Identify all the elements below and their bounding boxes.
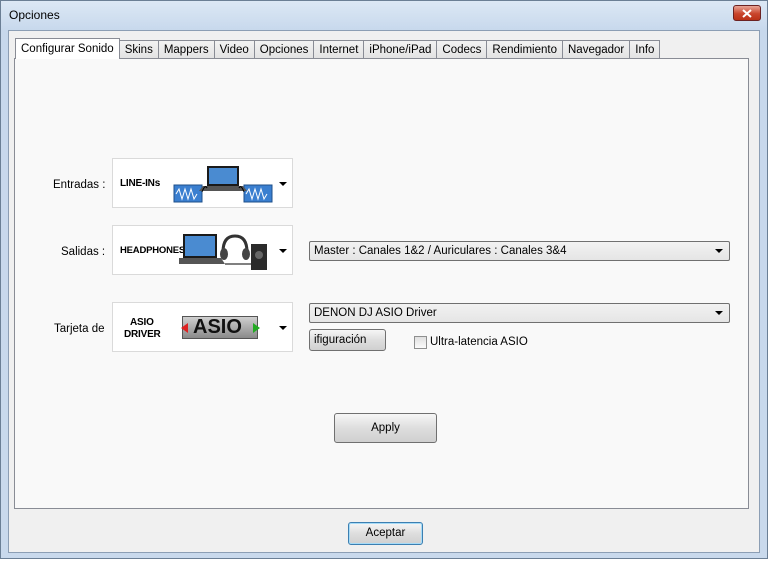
card-image-select[interactable]: ASIO DRIVER ASIO <box>112 302 293 352</box>
tab-info[interactable]: Info <box>630 40 661 58</box>
outputs-channel-combo[interactable]: Master : Canales 1&2 / Auriculares : Can… <box>309 241 730 261</box>
headphones-caption: HEADPHONES <box>120 245 186 256</box>
close-icon <box>742 9 752 18</box>
close-button[interactable] <box>733 5 761 21</box>
title-bar[interactable]: Opciones <box>1 1 767 29</box>
asio-driver-combo[interactable]: DENON DJ ASIO Driver <box>309 303 730 323</box>
chevron-down-icon <box>279 249 287 253</box>
ultra-latency-label: Ultra-latencia ASIO <box>430 336 528 348</box>
asio-caption-line2: DRIVER <box>124 329 161 340</box>
sound-settings-panel: Entradas : LINE-INs Salidas : HEADPHONES… <box>14 58 749 509</box>
asio-driver-combo-value: DENON DJ ASIO Driver <box>314 307 437 319</box>
tab-internet[interactable]: Internet <box>314 40 365 58</box>
window-title: Opciones <box>9 8 60 22</box>
asio-config-button[interactable]: ifiguración ASI <box>309 329 386 351</box>
chevron-down-icon <box>279 182 287 186</box>
outputs-combo-value: Master : Canales 1&2 / Auriculares : Can… <box>314 245 567 257</box>
tab-mappers[interactable]: Mappers <box>158 40 215 58</box>
card-label: Tarjeta de <box>54 323 105 335</box>
line-ins-caption: LINE-INs <box>120 178 161 189</box>
red-arrow-icon <box>181 323 188 333</box>
tab-rendimiento[interactable]: Rendimiento <box>487 40 563 58</box>
client-area: Configurar Sonido Skins Mappers Video Op… <box>8 30 760 553</box>
ultra-latency-checkbox[interactable] <box>414 336 427 349</box>
chevron-down-icon <box>715 311 723 315</box>
accept-button[interactable]: Aceptar <box>348 522 423 545</box>
asio-logo-text: ASIO <box>193 316 242 338</box>
options-window: Opciones Configurar Sonido Skins Mappers… <box>0 0 768 559</box>
headphones-diagram-icon <box>179 234 267 270</box>
asio-caption-line1: ASIO <box>130 317 154 328</box>
chevron-down-icon <box>279 326 287 330</box>
green-arrow-icon <box>253 323 260 333</box>
tab-configurar-sonido[interactable]: Configurar Sonido <box>15 38 120 59</box>
chevron-down-icon <box>715 249 723 253</box>
tab-strip: Configurar Sonido Skins Mappers Video Op… <box>15 38 661 59</box>
tab-navegador[interactable]: Navegador <box>563 40 631 58</box>
apply-button[interactable]: Apply <box>334 413 437 443</box>
tab-iphone-ipad[interactable]: iPhone/iPad <box>364 40 438 58</box>
asio-logo: ASIO <box>181 316 260 339</box>
outputs-image-select[interactable]: HEADPHONES <box>112 225 293 275</box>
tab-skins[interactable]: Skins <box>119 40 159 58</box>
tab-video[interactable]: Video <box>214 40 255 58</box>
line-in-diagram-icon <box>173 166 273 203</box>
tab-opciones[interactable]: Opciones <box>254 40 315 58</box>
inputs-label: Entradas : <box>53 179 106 191</box>
inputs-image-select[interactable]: LINE-INs <box>112 158 293 208</box>
outputs-label: Salidas : <box>61 246 106 258</box>
tab-codecs[interactable]: Codecs <box>437 40 488 58</box>
